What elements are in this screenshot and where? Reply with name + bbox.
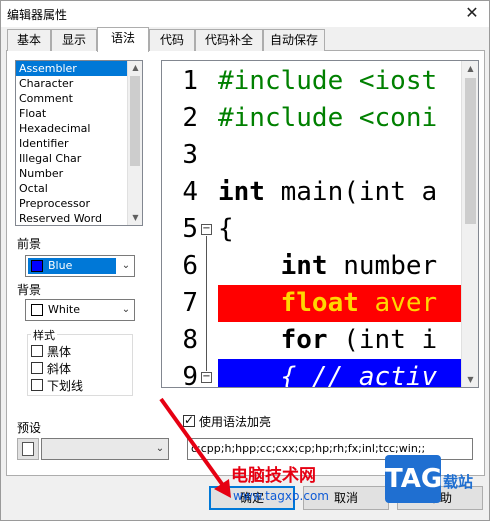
foreground-value: Blue	[48, 259, 73, 272]
preset-label: 预设	[17, 421, 42, 435]
checkbox-box[interactable]	[31, 379, 43, 391]
list-scrollbar[interactable]: ▲ ▼	[127, 61, 142, 225]
foreground-color-select[interactable]: Blue ⌄	[25, 255, 135, 277]
background-value: White	[48, 303, 80, 316]
list-item[interactable]: Hexadecimal	[16, 121, 142, 136]
code-line-2: #include <coni	[218, 103, 438, 133]
list-item[interactable]: Number	[16, 166, 142, 181]
scroll-down-icon[interactable]: ▼	[128, 211, 142, 225]
list-item[interactable]: Comment	[16, 91, 142, 106]
code-line-5: {	[218, 214, 234, 244]
window-title: 编辑器属性	[7, 8, 68, 22]
editor-properties-dialog: 编辑器属性 ✕ 基本 显示 语法 代码 代码补全 自动保存 Assembler …	[0, 0, 490, 521]
tab-syntax[interactable]: 语法	[97, 27, 149, 52]
list-item[interactable]: Float	[16, 106, 142, 121]
line-number: 9	[182, 362, 198, 388]
scroll-thumb[interactable]	[465, 78, 476, 224]
scroll-thumb[interactable]	[130, 76, 140, 166]
code-line-4: int main(int a	[218, 177, 438, 207]
scroll-up-icon[interactable]: ▲	[128, 61, 142, 75]
underline-label: 下划线	[47, 379, 84, 393]
title-bar: 编辑器属性 ✕	[1, 1, 489, 27]
checkbox-box[interactable]	[183, 413, 195, 427]
fold-collapse-icon[interactable]: −	[201, 372, 212, 383]
chevron-down-icon[interactable]: ⌄	[118, 300, 134, 320]
background-color-select[interactable]: White ⌄	[25, 299, 135, 321]
watermark-side-text: 载站	[443, 473, 474, 491]
code-line-error: float aver	[218, 285, 463, 322]
tab-code-completion[interactable]: 代码补全	[195, 29, 263, 51]
document-icon	[22, 442, 34, 456]
list-item[interactable]: Assembler	[16, 61, 142, 76]
list-item[interactable]: Illegal Char	[16, 151, 142, 166]
scroll-down-icon[interactable]: ▼	[463, 373, 478, 387]
fold-line	[206, 236, 207, 371]
list-item[interactable]: Octal	[16, 181, 142, 196]
line-number-gutter: 1 2 3 4 5 6 7 8 9 − −	[162, 61, 216, 388]
background-swatch	[31, 304, 43, 316]
list-item[interactable]: Reserved Word	[16, 211, 142, 225]
tab-basic[interactable]: 基本	[7, 29, 51, 51]
code-line-8: for (int i	[280, 325, 438, 355]
syntax-preview-editor[interactable]: 1 2 3 4 5 6 7 8 9 − − #include <iost #in…	[161, 60, 479, 388]
background-label: 背景	[17, 283, 42, 297]
list-item[interactable]: Character	[16, 76, 142, 91]
bold-label: 黑体	[47, 345, 72, 359]
editor-scrollbar[interactable]: ▲ ▼	[461, 61, 478, 387]
line-number: 7	[182, 288, 198, 318]
tag-logo: TAG	[385, 455, 442, 503]
code-line-active: { // activ	[218, 359, 463, 387]
line-number: 4	[182, 177, 198, 207]
code-line-6: int number	[280, 251, 438, 281]
scroll-up-icon[interactable]: ▲	[463, 62, 478, 76]
foreground-swatch	[31, 260, 43, 272]
line-number: 2	[182, 103, 198, 133]
line-number: 8	[182, 325, 198, 355]
preset-select[interactable]: ⌄	[41, 438, 169, 460]
fold-collapse-icon[interactable]: −	[201, 224, 212, 235]
tab-code[interactable]: 代码	[149, 29, 195, 51]
tab-autosave[interactable]: 自动保存	[263, 29, 325, 51]
line-number: 6	[182, 251, 198, 281]
chevron-down-icon[interactable]: ⌄	[152, 439, 168, 459]
watermark-url: www.tagxp.com	[233, 489, 329, 503]
foreground-label: 前景	[17, 237, 42, 251]
close-icon[interactable]: ✕	[461, 3, 483, 23]
preset-icon-button[interactable]	[17, 438, 39, 460]
list-item[interactable]: Preprocessor	[16, 196, 142, 211]
italic-label: 斜体	[47, 362, 72, 376]
line-number: 1	[182, 66, 198, 96]
tab-display[interactable]: 显示	[51, 29, 97, 51]
chevron-down-icon[interactable]: ⌄	[118, 256, 134, 276]
code-area: #include <iost #include <coni int main(i…	[218, 61, 463, 387]
checkbox-box[interactable]	[31, 345, 43, 357]
list-item[interactable]: Identifier	[16, 136, 142, 151]
line-number: 3	[182, 140, 198, 170]
use-syntax-highlight-label: 使用语法加亮	[199, 415, 272, 429]
font-style-label: 样式	[31, 327, 57, 343]
code-line-1: #include <iost	[218, 66, 438, 96]
checkbox-box[interactable]	[31, 362, 43, 374]
syntax-element-list[interactable]: Assembler Character Comment Float Hexade…	[15, 60, 143, 226]
watermark-brand: 电脑技术网	[231, 466, 316, 486]
line-number: 5	[182, 214, 198, 244]
